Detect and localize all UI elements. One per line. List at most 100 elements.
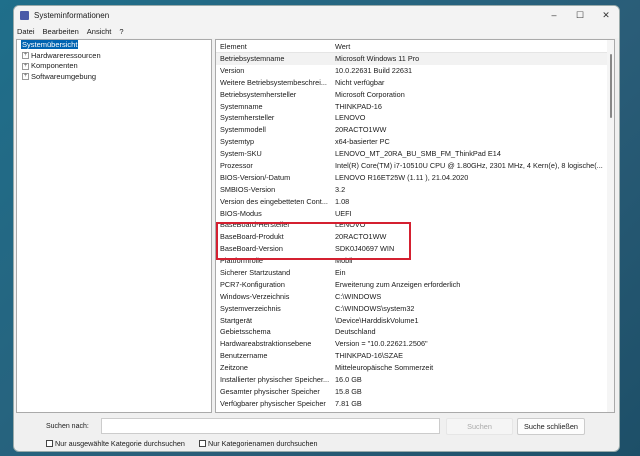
close-button[interactable]: ✕ [593,10,619,21]
value-cell: LENOVO_MT_20RA_BU_SMB_FM_ThinkPad E14 [335,149,501,159]
title-bar: Systeminformationen – ☐ ✕ [14,6,619,24]
tree-item-label: Hardwareressourcen [31,50,101,60]
window-title: Systeminformationen [34,10,110,20]
value-cell: LENOVO R16ET25W (1.11 ), 21.04.2020 [335,172,469,182]
table-row[interactable]: System-SKU LENOVO_MT_20RA_BU_SMB_FM_Think… [216,148,614,160]
column-header-element[interactable]: Element [216,40,333,52]
element-cell: Installierter physischer Speicher... [220,375,330,385]
value-cell: 7.81 GB [335,398,362,408]
search-input[interactable] [101,418,440,434]
tree-item-komponenten[interactable]: + Komponenten [17,61,211,72]
table-row[interactable]: Sicherer Startzustand Ein [216,267,614,279]
expand-icon[interactable]: + [22,73,29,81]
table-row[interactable]: Installierter physischer Speicher... 16.0… [216,374,614,386]
table-row[interactable]: Systemhersteller LENOVO [216,112,614,124]
tree-item-systemuebersicht[interactable]: Systemübersicht [17,40,211,51]
table-row[interactable]: Gesamter physischer Speicher 15.8 GB [216,386,614,398]
element-cell: Sicherer Startzustand [220,268,291,278]
category-tree: Systemübersicht + Hardwareressourcen + Kom… [16,39,212,413]
table-row[interactable]: BIOS-Version/-Datum LENOVO R16ET25W (1.11… [216,172,614,184]
tree-item-softwareumgebung[interactable]: + Softwareumgebung [17,72,211,83]
value-cell: \Device\HarddiskVolume1 [335,315,419,325]
baseboard-highlight-box [216,222,411,260]
table-row[interactable]: Verfügbarer physischer Speicher 7.81 GB [216,398,614,410]
close-search-button[interactable]: Suche schließen [517,418,585,435]
table-row[interactable]: Benutzername THINKPAD-16\SZAE [216,350,614,362]
element-cell: Gebietsschema [220,327,271,337]
element-cell: Benutzername [220,351,268,361]
value-cell: 10.0.22631 Build 22631 [335,65,413,75]
element-cell: Systemverzeichnis [220,303,281,313]
element-cell: Hardwareabstraktionsebene [220,339,312,349]
tree-item-label: Softwareumgebung [31,71,97,81]
table-row[interactable]: Hardwareabstraktionsebene Version = "10.0… [216,338,614,350]
table-row[interactable]: Windows-Verzeichnis C:\WINDOWS [216,291,614,303]
search-button[interactable]: Suchen [446,418,513,435]
value-cell: Nicht verfügbar [335,77,385,87]
scrollbar-thumb[interactable] [610,54,612,118]
element-cell: BIOS-Version/-Datum [220,172,291,182]
expand-icon[interactable]: + [22,62,29,70]
search-label: Suchen nach: [46,423,89,430]
element-cell: System-SKU [220,149,262,159]
value-cell: Microsoft Corporation [335,89,405,99]
category-names-checkbox[interactable]: Nur Kategorienamen durchsuchen [199,439,317,448]
table-row[interactable]: Startgerät \Device\HarddiskVolume1 [216,315,614,327]
value-cell: Microsoft Windows 11 Pro [335,54,420,63]
table-row[interactable]: Weitere Betriebsystembeschrei... Nicht ve… [216,77,614,89]
element-cell: Systemname [220,101,263,111]
table-row[interactable]: Betriebsystemname Microsoft Windows 11 Pr… [216,53,614,65]
value-cell: Ein [335,268,346,278]
maximize-button[interactable]: ☐ [567,10,593,21]
element-cell: Systemmodell [220,125,266,135]
minimize-button[interactable]: – [541,10,567,20]
table-row[interactable]: Systemmodell 20RACTO1WW [216,124,614,136]
table-row[interactable]: PCR7-Konfiguration Erweiterung zum Anzeig… [216,279,614,291]
table-header: Element Wert [216,40,614,53]
column-header-wert[interactable]: Wert [333,40,614,52]
menu-datei[interactable]: Datei [17,27,35,36]
checkbox[interactable] [46,440,53,447]
checkbox-label: Nur Kategorienamen durchsuchen [208,439,318,448]
value-cell: LENOVO [335,113,366,123]
menu-bar: Datei Bearbeiten Ansicht ? [14,24,619,38]
table-row[interactable]: SMBIOS-Version 3.2 [216,184,614,196]
element-cell: Verfügbarer physischer Speicher [220,398,326,408]
table-row[interactable]: Prozessor Intel(R) Core(TM) i7-10510U CPU… [216,160,614,172]
table-row[interactable]: Version des eingebetteten Cont... 1.08 [216,196,614,208]
vertical-scrollbar[interactable] [607,40,614,412]
value-cell: Deutschland [335,327,376,337]
value-cell: C:\WINDOWS [335,291,382,301]
checkbox-label: Nur ausgewählte Kategorie durchsuchen [55,439,185,448]
table-row[interactable]: Betriebsystemhersteller Microsoft Corpora… [216,89,614,101]
value-cell: Erweiterung zum Anzeigen erforderlich [335,279,461,289]
element-cell: Weitere Betriebsystembeschrei... [220,77,327,87]
tree-item-hardwareressourcen[interactable]: + Hardwareressourcen [17,51,211,62]
app-icon [20,10,29,20]
element-cell: SMBIOS-Version [220,184,276,194]
value-cell: 3.2 [335,184,346,194]
table-row[interactable]: Zeitzone Mitteleuropäische Sommerzeit [216,362,614,374]
search-bar: Suchen nach: Suchen Suche schließen Nur … [14,416,619,451]
checkbox[interactable] [199,440,206,447]
table-row[interactable]: Systemverzeichnis C:\WINDOWS\system32 [216,303,614,315]
element-cell: Version [220,65,245,75]
expand-icon[interactable]: + [22,52,29,60]
table-row[interactable]: Version 10.0.22631 Build 22631 [216,65,614,77]
table-row[interactable]: BIOS-Modus UEFI [216,208,614,220]
element-cell: Systemhersteller [220,113,275,123]
table-row[interactable]: Systemtyp x64-basierter PC [216,136,614,148]
value-cell: THINKPAD-16\SZAE [335,351,403,361]
tree-item-label: Systemübersicht [21,40,79,49]
menu-ansicht[interactable]: Ansicht [87,27,112,36]
value-cell: Version = "10.0.22621.2506" [335,339,428,349]
menu-bearbeiten[interactable]: Bearbeiten [43,27,79,36]
table-row[interactable]: Gebietsschema Deutschland [216,326,614,338]
value-cell: C:\WINDOWS\system32 [335,303,415,313]
table-row[interactable]: Systemname THINKPAD-16 [216,101,614,113]
menu-help[interactable]: ? [119,27,123,36]
tree-item-label: Komponenten [31,61,78,70]
element-cell: Startgerät [220,315,253,325]
element-cell: Systemtyp [220,137,255,147]
selected-category-checkbox[interactable]: Nur ausgewählte Kategorie durchsuchen [46,439,185,448]
